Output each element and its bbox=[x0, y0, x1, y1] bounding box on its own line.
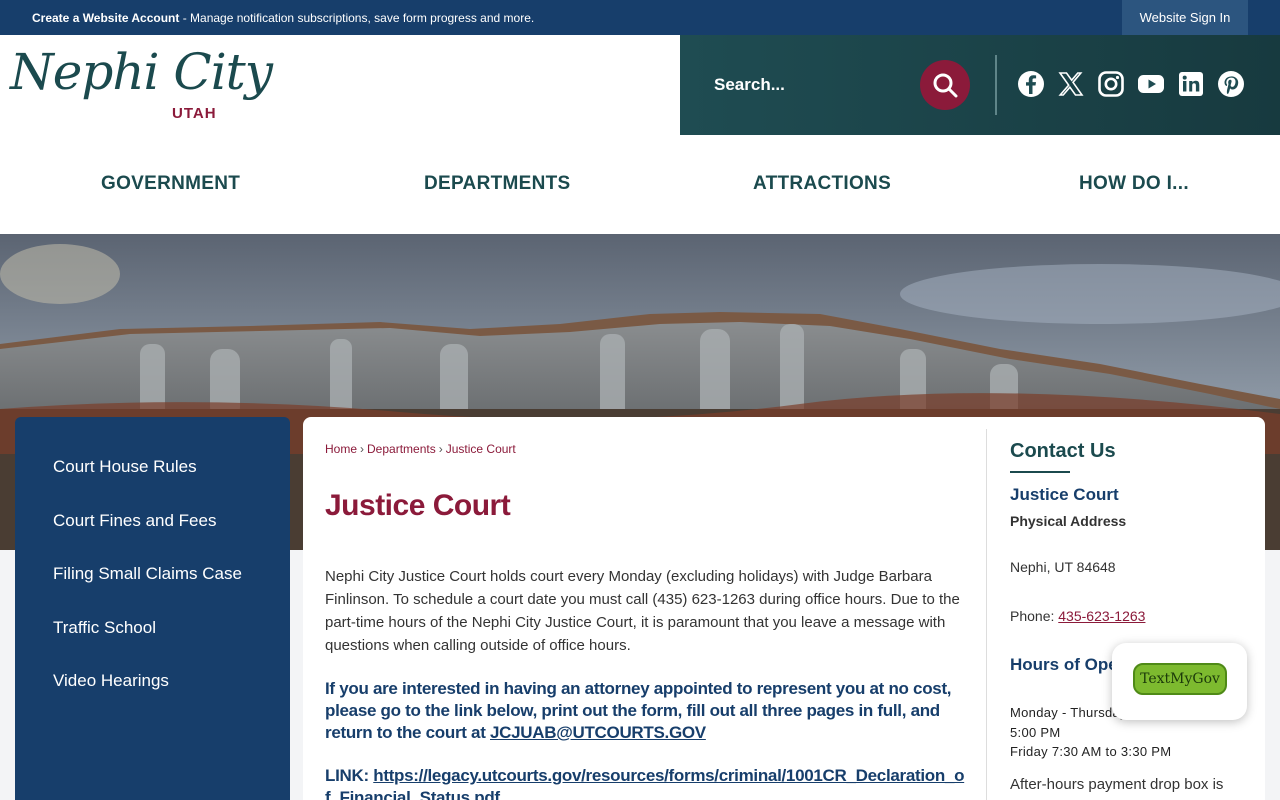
content-divider bbox=[986, 429, 987, 800]
nav-departments[interactable]: DEPARTMENTS bbox=[424, 173, 571, 195]
form-link-line: LINK: https://legacy.utcourts.gov/resour… bbox=[325, 765, 965, 800]
dropbox-text: After-hours payment drop box is bbox=[1010, 776, 1224, 793]
phone-label: Phone: bbox=[1010, 608, 1059, 624]
top-bar: Create a Website Account - Manage notifi… bbox=[0, 0, 1280, 35]
logo-state: UTAH bbox=[172, 105, 217, 122]
breadcrumb-home[interactable]: Home bbox=[325, 442, 357, 456]
search-panel: Search... bbox=[680, 35, 1280, 135]
nav-how-do-i[interactable]: HOW DO I... bbox=[1079, 173, 1189, 195]
breadcrumb-justice-court[interactable]: Justice Court bbox=[446, 442, 516, 456]
search-icon bbox=[933, 73, 958, 98]
pinterest-icon[interactable] bbox=[1217, 70, 1245, 98]
sidebar-item-video-hearings[interactable]: Video Hearings bbox=[53, 671, 169, 691]
breadcrumb: Home › Departments › Justice Court bbox=[325, 442, 516, 456]
search-button[interactable] bbox=[920, 60, 970, 110]
breadcrumb-separator: › bbox=[360, 442, 365, 456]
nav-government[interactable]: GOVERNMENT bbox=[101, 173, 240, 195]
search-input[interactable]: Search... bbox=[714, 75, 785, 95]
contact-city: Nephi, UT 84648 bbox=[1010, 559, 1116, 575]
page-title: Justice Court bbox=[325, 489, 511, 522]
phone-link[interactable]: 435-623-1263 bbox=[1058, 608, 1145, 624]
sidebar-navigation: Court House Rules Court Fines and Fees F… bbox=[15, 417, 290, 800]
create-account-description: - Manage notification subscriptions, sav… bbox=[179, 11, 535, 25]
website-sign-in-button[interactable]: Website Sign In bbox=[1122, 0, 1248, 35]
nav-attractions[interactable]: ATTRACTIONS bbox=[753, 173, 891, 195]
sidebar-item-traffic-school[interactable]: Traffic School bbox=[53, 618, 156, 638]
create-account-link[interactable]: Create a Website Account bbox=[32, 11, 179, 25]
contact-heading-underline bbox=[1010, 471, 1070, 473]
contact-phone: Phone: 435-623-1263 bbox=[1010, 608, 1145, 624]
nephi-city-logo[interactable]: Nephi City UTAH bbox=[10, 43, 273, 133]
intro-paragraph: Nephi City Justice Court holds court eve… bbox=[325, 568, 960, 654]
textmygov-widget[interactable]: TextMyGov bbox=[1112, 643, 1247, 720]
facebook-icon[interactable] bbox=[1017, 70, 1045, 98]
sidebar-item-filing-small-claims[interactable]: Filing Small Claims Case bbox=[53, 564, 242, 584]
hours-line: Friday 7:30 AM to 3:30 PM bbox=[1010, 744, 1172, 759]
main-navigation: GOVERNMENT DEPARTMENTS ATTRACTIONS HOW D… bbox=[0, 135, 1280, 234]
linkedin-icon[interactable] bbox=[1177, 70, 1205, 98]
sidebar-item-court-house-rules[interactable]: Court House Rules bbox=[53, 457, 197, 477]
x-twitter-icon[interactable] bbox=[1057, 70, 1085, 98]
textmygov-label: TextMyGov bbox=[1133, 663, 1227, 695]
search-divider bbox=[995, 55, 997, 115]
main-content: Home › Departments › Justice Court Justice C… bbox=[303, 417, 1265, 800]
breadcrumb-departments[interactable]: Departments bbox=[367, 442, 436, 456]
hours-line: 5:00 PM bbox=[1010, 724, 1061, 740]
contact-org: Justice Court bbox=[1010, 485, 1119, 504]
physical-address-label: Physical Address bbox=[1010, 513, 1127, 529]
sidebar-item-court-fines-and-fees[interactable]: Court Fines and Fees bbox=[53, 511, 216, 531]
declaration-form-link[interactable]: https://legacy.utcourts.gov/resources/fo… bbox=[325, 766, 964, 800]
instagram-icon[interactable] bbox=[1097, 70, 1125, 98]
youtube-icon[interactable] bbox=[1137, 70, 1165, 98]
create-account-message: Create a Website Account - Manage notifi… bbox=[32, 11, 534, 25]
logo-wordmark: Nephi City bbox=[10, 43, 273, 101]
attorney-notice: If you are interested in having an attor… bbox=[325, 678, 965, 744]
court-email-link[interactable]: JCJUAB@UTCOURTS.GOV bbox=[490, 723, 706, 742]
contact-heading: Contact Us bbox=[1010, 440, 1116, 462]
breadcrumb-separator: › bbox=[438, 442, 443, 456]
form-link-label: LINK: bbox=[325, 766, 374, 785]
